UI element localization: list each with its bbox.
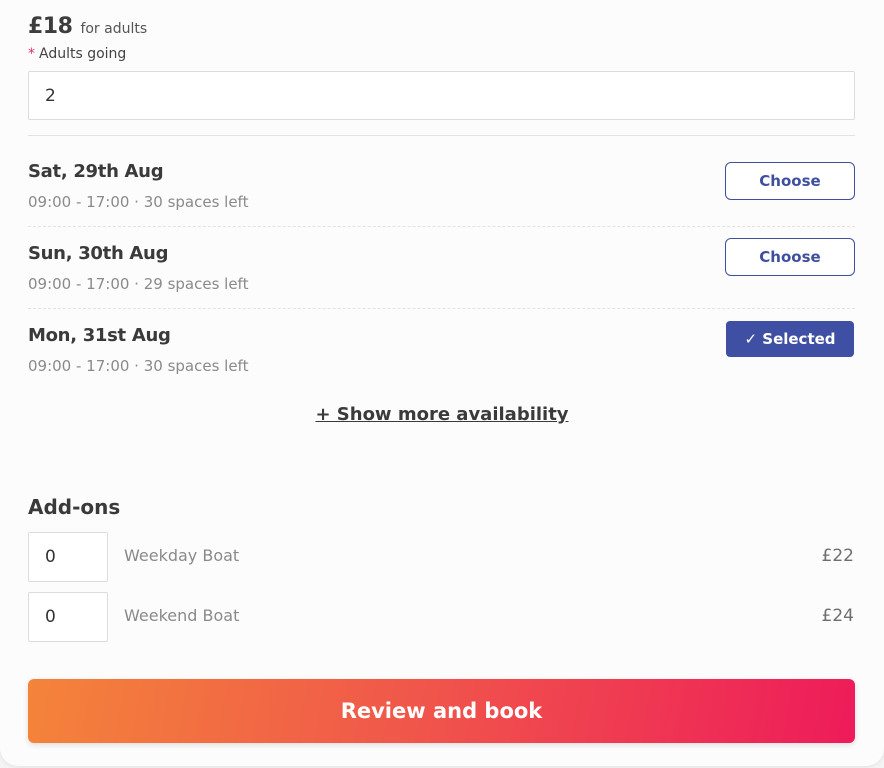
adults-going-input[interactable]: [28, 71, 855, 120]
required-marker: *: [28, 46, 35, 62]
slot-date: Mon, 31st Aug: [28, 325, 171, 346]
slot-info: 09:00 - 17:00 · 29 spaces left: [28, 275, 249, 293]
price-row: £18 for adults: [28, 14, 147, 39]
selected-button[interactable]: ✓ Selected: [726, 321, 854, 357]
booking-card: £18 for adults *Adults going Sat, 29th A…: [0, 0, 884, 766]
addons-heading: Add-ons: [28, 495, 121, 519]
addon-quantity-input[interactable]: [28, 532, 108, 582]
choose-button[interactable]: Choose: [725, 162, 855, 200]
adults-going-label-text: Adults going: [39, 46, 127, 62]
slot-date: Sat, 29th Aug: [28, 161, 164, 182]
review-and-book-button[interactable]: Review and book: [28, 679, 855, 743]
slot-info: 09:00 - 17:00 · 30 spaces left: [28, 357, 249, 375]
section-divider: [28, 135, 855, 136]
slot-info: 09:00 - 17:00 · 30 spaces left: [28, 193, 249, 211]
choose-button[interactable]: Choose: [725, 238, 855, 276]
show-more-availability-link[interactable]: + Show more availability: [0, 404, 884, 425]
addon-price: £22: [821, 546, 854, 566]
addon-name: Weekday Boat: [124, 546, 240, 565]
price-value: £18: [28, 14, 73, 39]
adults-going-label: * Adults going: [28, 46, 126, 62]
slot-date: Sun, 30th Aug: [28, 243, 169, 264]
price-suffix: for adults: [80, 21, 148, 37]
addon-quantity-input[interactable]: [28, 592, 108, 642]
slot-divider: [28, 308, 855, 309]
addon-name: Weekend Boat: [124, 606, 240, 625]
addon-price: £24: [821, 606, 854, 626]
slot-divider: [28, 226, 855, 227]
